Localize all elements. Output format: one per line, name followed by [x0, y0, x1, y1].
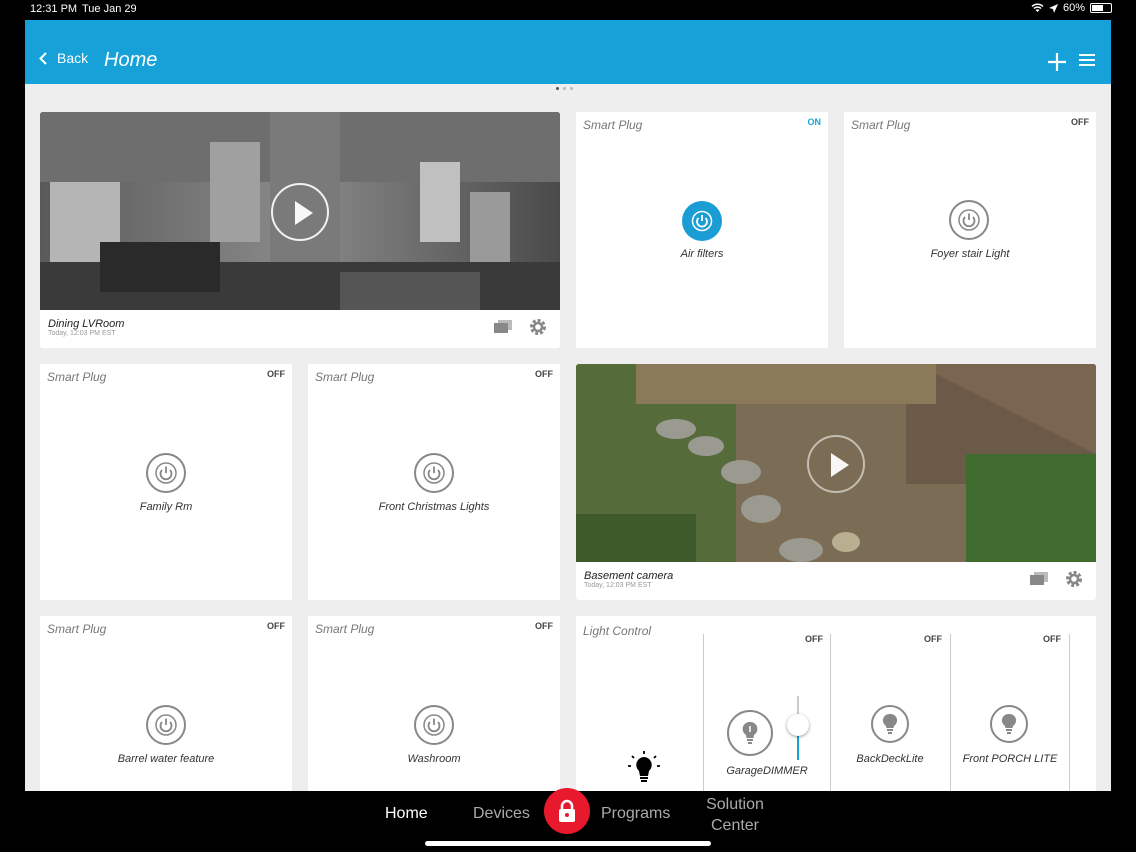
back-button[interactable]: Back — [39, 50, 88, 66]
light-state: OFF — [924, 634, 942, 644]
plug-state: OFF — [1071, 117, 1089, 127]
plug-label: Barrel water feature — [117, 753, 215, 765]
card-type: Smart Plug — [315, 370, 375, 384]
home-indicator[interactable] — [425, 841, 711, 846]
plug-label: Family Rm — [139, 501, 193, 513]
dimmer-slider[interactable] — [787, 714, 809, 736]
tab-home[interactable]: Home — [385, 805, 428, 823]
battery-icon — [1090, 3, 1112, 13]
back-label: Back — [57, 50, 89, 66]
plug-state: OFF — [535, 369, 553, 379]
power-button[interactable] — [414, 705, 454, 745]
page-dot — [563, 87, 566, 90]
plug-state: OFF — [267, 369, 285, 379]
plug-card-foyer-stair-light: Smart Plug OFF Foyer stair Light — [844, 112, 1096, 348]
power-icon — [691, 210, 713, 232]
card-type: Smart Plug — [851, 118, 911, 132]
light-control-title: Light Control — [583, 624, 652, 638]
clips-icon[interactable] — [1030, 572, 1048, 585]
camera-feed-image[interactable] — [40, 112, 560, 310]
bulb-button[interactable] — [871, 705, 909, 743]
tab-solution-center[interactable]: Solution Center — [700, 794, 770, 836]
bulb-icon — [742, 721, 758, 744]
security-lock-button[interactable] — [544, 788, 590, 834]
camera-name: Basement camera — [584, 570, 674, 582]
light-label: BackDeckLite — [856, 753, 924, 765]
plug-state: ON — [807, 117, 822, 127]
bulb-button[interactable] — [990, 705, 1028, 743]
gear-icon[interactable] — [1064, 569, 1084, 589]
status-right: 60% — [1031, 2, 1112, 14]
plug-state: OFF — [267, 621, 285, 631]
light-state: OFF — [1043, 634, 1061, 644]
camera-name: Dining LVRoom — [48, 318, 125, 330]
tab-programs[interactable]: Programs — [601, 805, 670, 823]
lock-icon — [559, 799, 575, 822]
status-bar: 12:31 PM Tue Jan 29 60% — [0, 0, 1136, 18]
header-bar: Back Home — [25, 20, 1111, 84]
plug-card-air-filters: Smart Plug ON Air filters — [576, 112, 828, 348]
wifi-icon — [1031, 3, 1044, 12]
power-button[interactable] — [682, 201, 722, 241]
card-type: Smart Plug — [315, 622, 375, 636]
page-title: Home — [104, 49, 158, 71]
card-type: Smart Plug — [47, 370, 107, 384]
light-label: Front PORCH LITE — [962, 753, 1058, 765]
divider — [830, 634, 831, 791]
tab-bar: Home Devices Programs Solution Center — [0, 788, 1136, 852]
power-button[interactable] — [146, 453, 186, 493]
chevron-left-icon — [39, 51, 47, 65]
page-indicator — [556, 87, 573, 90]
power-icon — [155, 714, 177, 736]
plug-label: Foyer stair Light — [930, 248, 1010, 260]
power-button[interactable] — [949, 200, 989, 240]
play-button[interactable] — [807, 435, 865, 493]
plug-state: OFF — [535, 621, 553, 631]
plug-label: Front Christmas Lights — [378, 501, 490, 513]
light-control-card: Light Control OFF GarageDIMMER OFF BackD… — [576, 616, 1096, 791]
plug-label: Washroom — [407, 753, 461, 765]
camera-timestamp: Today, 12:03 PM EST — [48, 330, 116, 337]
power-icon — [155, 462, 177, 484]
bulb-button[interactable] — [727, 710, 773, 756]
status-time: 12:31 PM — [30, 3, 78, 15]
lightbulb-icon[interactable] — [627, 751, 661, 785]
card-type: Smart Plug — [583, 118, 643, 132]
page-dot — [556, 87, 559, 90]
page-dot — [570, 87, 573, 90]
power-icon — [423, 462, 445, 484]
power-button[interactable] — [414, 453, 454, 493]
add-icon[interactable] — [1047, 52, 1067, 72]
status-date: Tue Jan 29 — [82, 3, 137, 15]
plug-label: Air filters — [680, 248, 724, 260]
power-icon — [423, 714, 445, 736]
camera-card-basement: Basement camera Today, 12:03 PM EST — [576, 364, 1096, 600]
play-button[interactable] — [271, 183, 329, 241]
power-button[interactable] — [146, 705, 186, 745]
plug-card-barrel-water-feature: Smart Plug OFF Barrel water feature — [40, 616, 292, 791]
plug-card-washroom: Smart Plug OFF Washroom — [308, 616, 560, 791]
camera-feed-image[interactable] — [576, 364, 1096, 562]
menu-icon[interactable] — [1079, 53, 1095, 67]
gear-icon[interactable] — [528, 317, 548, 337]
camera-timestamp: Today, 12:03 PM EST — [584, 582, 652, 589]
power-icon — [958, 209, 980, 231]
location-icon — [1048, 3, 1058, 13]
plug-card-family-rm: Smart Plug OFF Family Rm — [40, 364, 292, 600]
tab-devices[interactable]: Devices — [473, 805, 530, 823]
light-label: GarageDIMMER — [726, 765, 808, 777]
battery-percent: 60% — [1062, 2, 1085, 14]
bulb-icon — [1001, 713, 1017, 734]
card-type: Smart Plug — [47, 622, 107, 636]
divider — [1069, 634, 1070, 791]
clips-icon[interactable] — [494, 320, 512, 333]
light-state: OFF — [805, 634, 823, 644]
app-window: Back Home Dining LVRoom Today, 12:03 PM … — [25, 20, 1111, 791]
plug-card-front-christmas-lights: Smart Plug OFF Front Christmas Lights — [308, 364, 560, 600]
divider — [950, 634, 951, 791]
camera-card-dining: Dining LVRoom Today, 12:03 PM EST — [40, 112, 560, 348]
bulb-icon — [882, 713, 898, 734]
